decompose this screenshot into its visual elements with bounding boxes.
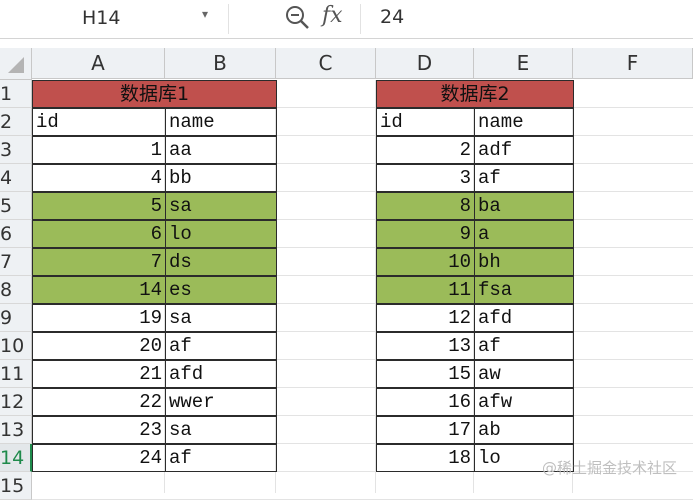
table2-name-cell[interactable]: af xyxy=(474,332,574,360)
row-header-8[interactable]: 8 xyxy=(0,276,32,304)
worksheet-grid[interactable]: 数据库1 id name 1 aa 4 bb 5 sa 6 lo 7 ds 14 es 19 sa 20 af 21 a… xyxy=(32,80,693,500)
table1-id-cell[interactable]: 7 xyxy=(32,248,166,276)
table2-name-cell[interactable]: afw xyxy=(474,388,574,416)
table1-id-cell[interactable]: 22 xyxy=(32,388,166,416)
table1-name-cell[interactable]: sa xyxy=(165,416,277,444)
table1-name-cell[interactable]: bb xyxy=(165,164,277,192)
row-header-15[interactable]: 15 xyxy=(0,472,32,500)
table1-header-name[interactable]: name xyxy=(165,108,277,136)
column-header-b[interactable]: B xyxy=(165,48,276,79)
table1-id-cell[interactable]: 14 xyxy=(32,276,166,304)
divider xyxy=(228,4,229,34)
table2-id-cell[interactable]: 2 xyxy=(376,136,475,164)
table2-name-cell[interactable]: ab xyxy=(474,416,574,444)
select-all-triangle-icon xyxy=(8,57,24,73)
table2-id-cell[interactable]: 13 xyxy=(376,332,475,360)
table2-name-cell[interactable]: adf xyxy=(474,136,574,164)
table2-name-cell[interactable]: a xyxy=(474,220,574,248)
row-header-2[interactable]: 2 xyxy=(0,108,32,136)
table2-id-cell[interactable]: 3 xyxy=(376,164,475,192)
table2-id-cell[interactable]: 8 xyxy=(376,192,475,220)
table1-id-cell[interactable]: 21 xyxy=(32,360,166,388)
table1-name-cell[interactable]: lo xyxy=(165,220,277,248)
table2-name-cell[interactable]: afd xyxy=(474,304,574,332)
row-header-9[interactable]: 9 xyxy=(0,304,32,332)
table1-id-cell[interactable]: 24 xyxy=(32,444,166,472)
table2-id-cell[interactable]: 10 xyxy=(376,248,475,276)
table1-id-cell[interactable]: 5 xyxy=(32,192,166,220)
table1-name-cell[interactable]: ds xyxy=(165,248,277,276)
table1-id-cell[interactable]: 20 xyxy=(32,332,166,360)
table1-name-cell[interactable]: wwer xyxy=(165,388,277,416)
divider xyxy=(360,4,361,34)
name-box-value: H14 xyxy=(82,7,121,29)
row-header-11[interactable]: 11 xyxy=(0,360,32,388)
table2-name-cell[interactable]: bh xyxy=(474,248,574,276)
table1-name-cell[interactable]: af xyxy=(165,332,277,360)
column-header-e[interactable]: E xyxy=(474,48,573,79)
formula-bar: H14 ▾ fx 24 xyxy=(0,0,693,39)
table1-name-cell[interactable]: af xyxy=(165,444,277,472)
function-icon[interactable]: fx xyxy=(322,3,343,28)
row-header-6[interactable]: 6 xyxy=(0,220,32,248)
table2-name-cell[interactable]: fsa xyxy=(474,276,574,304)
table1-header-id[interactable]: id xyxy=(32,108,166,136)
column-header-f[interactable]: F xyxy=(573,48,693,79)
table2-id-cell[interactable]: 11 xyxy=(376,276,475,304)
row-header-14[interactable]: 14 xyxy=(0,444,32,472)
table1-id-cell[interactable]: 23 xyxy=(32,416,166,444)
row-header-1[interactable]: 1 xyxy=(0,80,32,108)
table1-id-cell[interactable]: 6 xyxy=(32,220,166,248)
table2-header-name[interactable]: name xyxy=(474,108,574,136)
table1-id-cell[interactable]: 19 xyxy=(32,304,166,332)
table2-title-cell[interactable]: 数据库2 xyxy=(376,80,574,108)
table2-id-cell[interactable]: 15 xyxy=(376,360,475,388)
table2-id-cell[interactable]: 18 xyxy=(376,444,475,472)
table1-title-cell[interactable]: 数据库1 xyxy=(32,80,277,108)
column-header-d[interactable]: D xyxy=(376,48,474,79)
table2-name-cell[interactable]: af xyxy=(474,164,574,192)
table1-name-cell[interactable]: aa xyxy=(165,136,277,164)
row-header-4[interactable]: 4 xyxy=(0,164,32,192)
table2-id-cell[interactable]: 17 xyxy=(376,416,475,444)
table1-name-cell[interactable]: es xyxy=(165,276,277,304)
zoom-icon[interactable] xyxy=(283,3,311,31)
table2-id-cell[interactable]: 12 xyxy=(376,304,475,332)
row-header-13[interactable]: 13 xyxy=(0,416,32,444)
chevron-down-icon[interactable]: ▾ xyxy=(202,7,208,21)
row-header-3[interactable]: 3 xyxy=(0,136,32,164)
row-header-5[interactable]: 5 xyxy=(0,192,32,220)
watermark: @稀土掘金技术社区 xyxy=(542,459,678,477)
table1-id-cell[interactable]: 4 xyxy=(32,164,166,192)
table2-name-cell[interactable]: aw xyxy=(474,360,574,388)
column-header-a[interactable]: A xyxy=(32,48,165,79)
table1-name-cell[interactable]: sa xyxy=(165,192,277,220)
name-box[interactable]: H14 ▾ xyxy=(2,1,216,34)
table1-id-cell[interactable]: 1 xyxy=(32,136,166,164)
table2-header-id[interactable]: id xyxy=(376,108,475,136)
row-header-10[interactable]: 10 xyxy=(0,332,32,360)
table2-id-cell[interactable]: 16 xyxy=(376,388,475,416)
row-header-7[interactable]: 7 xyxy=(0,248,32,276)
table2-name-cell[interactable]: ba xyxy=(474,192,574,220)
table1-name-cell[interactable]: afd xyxy=(165,360,277,388)
table1-name-cell[interactable]: sa xyxy=(165,304,277,332)
table2-id-cell[interactable]: 9 xyxy=(376,220,475,248)
row-header-12[interactable]: 12 xyxy=(0,388,32,416)
column-header-c[interactable]: C xyxy=(276,48,376,79)
formula-input[interactable]: 24 xyxy=(380,6,404,28)
